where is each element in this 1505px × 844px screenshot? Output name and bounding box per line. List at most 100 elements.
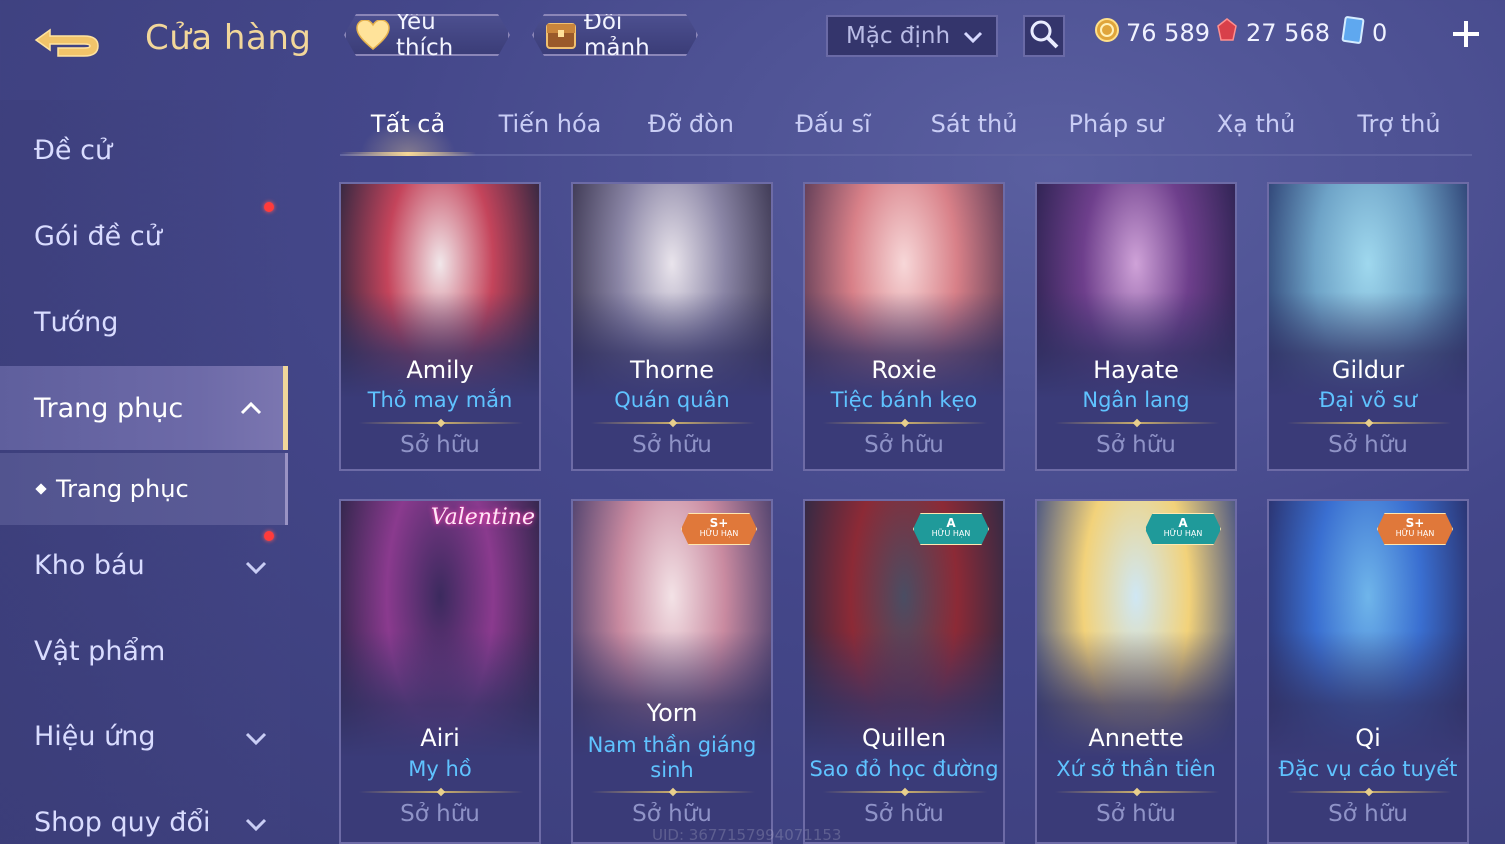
heart-icon [356,17,390,53]
back-arrow-icon[interactable] [32,18,114,64]
skin-name: Ngân lang [1082,388,1190,412]
skin-name: Thỏ may mắn [367,388,513,412]
limited-badge: A HỮU HẠN [1145,513,1221,545]
valentine-event-label: Valentine [430,505,535,530]
owned-status: Sở hữu [632,801,712,827]
sidebar-item-label: Hiệu ứng [34,720,156,752]
skin-name: My hồ [408,757,472,781]
sidebar-item-treasure[interactable]: Kho báu [0,530,288,600]
tab-marksman[interactable]: Xạ thủ [1198,110,1314,150]
sidebar-item-recommended[interactable]: Đề cử [0,115,288,185]
skin-card-gildur[interactable]: Gildur Đại võ sư Sở hữu [1267,182,1469,471]
sort-value: Mặc định [846,23,951,49]
tab-tank[interactable]: Đỡ đòn [632,110,750,150]
badge-rank: A [1178,516,1188,530]
card-value: 0 [1372,19,1388,47]
chevron-down-icon [244,725,268,747]
owned-status: Sở hữu [632,432,712,458]
hero-name: Yorn [646,699,698,727]
chevron-down-icon [244,811,268,833]
sidebar-item-label: Kho báu [34,549,145,581]
sort-dropdown[interactable]: Mặc định [826,15,998,57]
skin-name: Đại võ sư [1319,388,1417,412]
tab-mage[interactable]: Pháp sư [1056,110,1176,150]
badge-rank: S+ [709,516,729,530]
shard-exchange-button[interactable]: Đổi mảnh [532,14,698,56]
red-gem-icon [1214,17,1240,49]
uid-watermark: UID: 3677157994071153 [652,826,842,844]
owned-status: Sở hữu [864,432,944,458]
sidebar-item-label: Gói đề cử [34,220,162,252]
hero-name: Amily [406,356,474,384]
owned-status: Sở hữu [1328,432,1408,458]
skin-name: Nam thần giáng sinh [587,733,757,782]
tab-support[interactable]: Trợ thủ [1338,110,1460,150]
skin-card-quillen[interactable]: A HỮU HẠN Quillen Sao đỏ học đường Sở hữ… [803,499,1005,844]
limited-badge: A HỮU HẠN [913,513,989,545]
skin-name: Quán quân [614,388,730,412]
skin-card-annette[interactable]: A HỮU HẠN Annette Xứ sở thần tiên Sở hữu [1035,499,1237,844]
skin-card-roxie[interactable]: Roxie Tiệc bánh kẹo Sở hữu [803,182,1005,471]
badge-text: HỮU HẠN [931,529,971,538]
skin-card-airi[interactable]: Valentine Airi My hồ Sở hữu [339,499,541,844]
skin-card-thorne[interactable]: Thorne Quán quân Sở hữu [571,182,773,471]
tab-evolution[interactable]: Tiến hóa [488,110,612,150]
owned-status: Sở hữu [864,801,944,827]
badge-rank: A [946,516,956,530]
sidebar-item-skins[interactable]: Trang phục [0,366,288,450]
badge-rank: S+ [1405,516,1425,530]
skin-card-amily[interactable]: Amily Thỏ may mắn Sở hữu [339,182,541,471]
top-bar: Cửa hàng Yêu thích Đổi mảnh Mặc định 76 … [0,0,1505,78]
favorite-button[interactable]: Yêu thích [344,14,510,56]
active-tab-indicator [340,152,476,156]
sidebar-item-label: Trang phục [34,392,184,424]
sidebar-subitem-skins[interactable]: Trang phục [0,453,288,525]
sidebar-item-bundles[interactable]: Gói đề cử [0,201,288,271]
hero-name: Thorne [630,356,714,384]
notification-dot [264,531,274,541]
search-button[interactable] [1023,15,1065,57]
owned-status: Sở hữu [1096,432,1176,458]
owned-status: Sở hữu [400,432,480,458]
sidebar-item-items[interactable]: Vật phẩm [0,616,288,686]
gem-balance: 27 568 [1214,17,1330,49]
chest-icon [544,17,578,53]
chevron-down-icon [962,26,984,48]
badge-text: HỮU HẠN [1395,529,1435,538]
sidebar-item-label: Tướng [34,306,119,338]
sidebar-item-heroes[interactable]: Tướng [0,287,288,357]
tab-fighter[interactable]: Đấu sĩ [776,110,890,150]
card-balance: 0 [1340,16,1388,49]
tab-all[interactable]: Tất cả [350,110,466,150]
skin-name: Xứ sở thần tiên [1056,757,1216,781]
chevron-down-icon [244,554,268,576]
sidebar-item-effects[interactable]: Hiệu ứng [0,701,288,771]
limited-badge: S+ HỮU HẠN [1377,513,1453,545]
skin-name: Tiệc bánh kẹo [830,388,978,412]
shard-label: Đổi mảnh [584,9,650,61]
skin-card-qi[interactable]: S+ HỮU HẠN Qi Đặc vụ cáo tuyết Sở hữu [1267,499,1469,844]
hero-name: Quillen [861,724,947,752]
page-title: Cửa hàng [145,18,312,58]
hero-name: Qi [1355,724,1381,752]
hero-name: Airi [420,724,460,752]
owned-status: Sở hữu [400,801,480,827]
hero-name: Gildur [1331,356,1405,384]
limited-badge: S+ HỮU HẠN [681,513,757,545]
skin-card-hayate[interactable]: Hayate Ngân lang Sở hữu [1035,182,1237,471]
skin-name: Đặc vụ cáo tuyết [1278,757,1458,781]
notification-dot [264,202,274,212]
sidebar-item-exchange-shop[interactable]: Shop quy đổi [0,787,288,844]
sidebar-item-label: Shop quy đổi [34,806,211,838]
tab-assassin[interactable]: Sát thủ [914,110,1034,150]
diamond-bullet-icon [35,483,47,495]
hero-name: Hayate [1093,356,1179,384]
skin-name: Sao đỏ học đường [809,757,999,781]
sidebar-subitem-label: Trang phục [56,475,189,503]
skin-card-yorn[interactable]: S+ HỮU HẠN Yorn Nam thần giáng sinh Sở h… [571,499,773,844]
gold-balance: 76 589 [1094,17,1210,49]
sidebar-item-label: Vật phẩm [34,635,166,667]
owned-status: Sở hữu [1328,801,1408,827]
plus-icon[interactable] [1448,16,1484,52]
badge-text: HỮU HẠN [699,529,739,538]
